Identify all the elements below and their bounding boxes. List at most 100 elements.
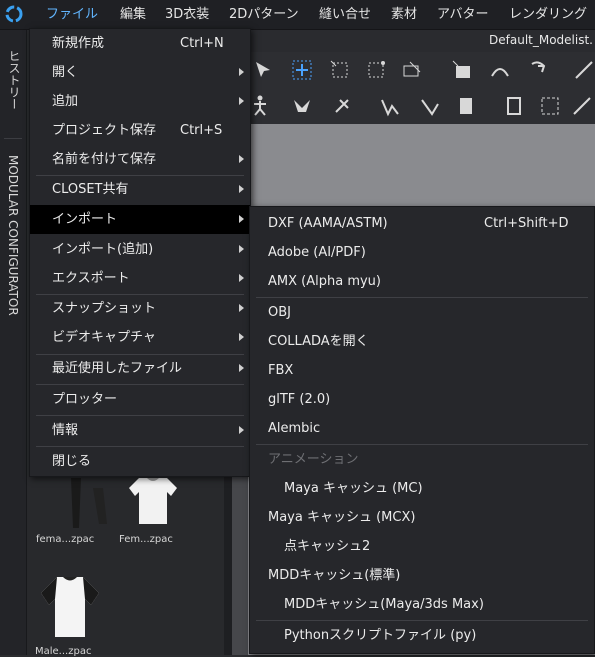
menu-item-new[interactable]: 新規作成 Ctrl+N: [30, 29, 250, 58]
menu-sewing[interactable]: 縫い合せ: [319, 0, 371, 29]
menu-3d-garment[interactable]: 3D衣装: [165, 0, 209, 29]
tab-history[interactable]: ヒストリー: [6, 50, 23, 110]
tack-icon[interactable]: [330, 94, 354, 118]
menu-edit[interactable]: 編集: [120, 0, 146, 29]
submenu-arrow-icon: [239, 215, 244, 223]
menu-item-export[interactable]: エクスポート: [30, 264, 250, 293]
menu-item-label: インポート: [52, 212, 118, 227]
free-sewing-icon[interactable]: [418, 94, 442, 118]
menu-item-label: DXF (AAMA/ASTM): [268, 216, 388, 231]
menu-item-save-as[interactable]: 名前を付けて保存: [30, 145, 250, 174]
menu-item-label: 閉じる: [52, 454, 92, 469]
submenu-arrow-icon: [239, 364, 244, 372]
menu-item-recent-files[interactable]: 最近使用したファイル: [30, 354, 250, 383]
menu-item-point-cache2[interactable]: 点キャッシュ2: [250, 532, 594, 561]
menu-item-info[interactable]: 情報: [30, 416, 250, 445]
menu-item-amx[interactable]: AMX (Alpha myu): [250, 267, 594, 296]
shortcut-label: Ctrl+N: [180, 36, 224, 51]
menu-item-label: AMX (Alpha myu): [268, 274, 381, 289]
menu-item-label: スナップショット: [52, 301, 157, 316]
edit-curve-icon[interactable]: [400, 58, 424, 82]
shortcut-label: Ctrl+Shift+D: [484, 216, 569, 231]
menu-item-add[interactable]: 追加: [30, 87, 250, 116]
menu-item-plotter[interactable]: プロッター: [30, 385, 250, 414]
menu-material[interactable]: 素材: [391, 0, 417, 29]
menu-item-label: ビデオキャプチャ: [52, 330, 156, 345]
import-submenu: DXF (AAMA/ASTM) Ctrl+Shift+D Adobe (AI/PD…: [249, 206, 595, 654]
segment-icon[interactable]: [488, 58, 512, 82]
menu-item-python-script[interactable]: Pythonスクリプトファイル (py): [250, 621, 594, 650]
fold-icon[interactable]: [572, 58, 595, 82]
arrange-icon[interactable]: [526, 58, 550, 82]
sewing-icon[interactable]: [378, 94, 402, 118]
transform-icon[interactable]: [328, 58, 352, 82]
file-menu: 新規作成 Ctrl+N 開く 追加 プロジェクト保存 Ctrl+S 名前を付けて保存…: [29, 28, 251, 477]
menu-item-closet-share[interactable]: CLOSET共有: [30, 175, 250, 204]
menu-item-mdd-maya[interactable]: MDDキャッシュ(Maya/3ds Max): [250, 590, 594, 619]
library-item-label[interactable]: Fem...zpac: [119, 534, 173, 545]
menu-item-mdd-standard[interactable]: MDDキャッシュ(標準): [250, 561, 594, 590]
menu-item-label: 新規作成: [52, 36, 105, 51]
submenu-arrow-icon: [239, 185, 244, 193]
library-item-label[interactable]: Male...zpac: [35, 646, 91, 657]
menu-item-adobe[interactable]: Adobe (AI/PDF): [250, 238, 594, 267]
menu-item-label: Alembic: [268, 421, 321, 436]
menu-item-maya-cache-mcx[interactable]: Maya キャッシュ (MCX): [250, 503, 594, 532]
menu-item-label: Pythonスクリプトファイル (py): [284, 628, 477, 643]
menu-item-label: OBJ: [268, 305, 291, 320]
menu-item-import[interactable]: インポート: [30, 205, 250, 234]
menu-item-label: glTF (2.0): [268, 392, 331, 407]
menu-render[interactable]: レンダリング: [509, 0, 587, 29]
garment-icon[interactable]: [502, 94, 526, 118]
menu-item-import-add[interactable]: インポート(追加): [30, 235, 250, 264]
library-item-label[interactable]: fema...zpac: [36, 534, 94, 545]
submenu-arrow-icon: [239, 426, 244, 434]
menu-item-snapshot[interactable]: スナップショット: [30, 294, 250, 323]
texture-icon[interactable]: [570, 94, 594, 118]
menu-item-obj[interactable]: OBJ: [250, 298, 594, 327]
menu-item-label: 開く: [52, 65, 79, 80]
submenu-arrow-icon: [239, 97, 244, 105]
menu-item-label: MDDキャッシュ(Maya/3ds Max): [284, 597, 484, 612]
menu-item-label: FBX: [268, 363, 294, 378]
shortcut-label: Ctrl+S: [180, 123, 223, 138]
menu-item-open[interactable]: 開く: [30, 58, 250, 87]
menu-item-label: MDDキャッシュ(標準): [268, 568, 401, 583]
sewing-pair-icon[interactable]: [454, 94, 478, 118]
menu-avatar[interactable]: アバター: [437, 0, 488, 29]
menu-item-save-project[interactable]: プロジェクト保存 Ctrl+S: [30, 116, 250, 145]
edit-point-icon[interactable]: [364, 58, 388, 82]
avatar-pose-icon[interactable]: [248, 94, 272, 118]
library-thumbnail[interactable]: [57, 478, 117, 530]
menu-item-label: 情報: [52, 423, 79, 438]
menu-item-alembic[interactable]: Alembic: [250, 414, 594, 443]
menu-item-maya-cache-mc[interactable]: Maya キャッシュ (MC): [250, 474, 594, 503]
menu-file[interactable]: ファイル: [46, 0, 98, 29]
submenu-arrow-icon: [239, 333, 244, 341]
divider: [4, 138, 22, 139]
side-tab-bar: ヒストリー MODULAR CONFIGURATOR: [0, 30, 27, 655]
menu-item-label: エクスポート: [52, 271, 130, 286]
menu-item-dxf[interactable]: DXF (AAMA/ASTM) Ctrl+Shift+D: [250, 209, 594, 238]
tab-modular-configurator[interactable]: MODULAR CONFIGURATOR: [6, 155, 20, 316]
menu-item-close[interactable]: 閉じる: [30, 447, 250, 476]
fabric-icon[interactable]: [538, 94, 562, 118]
toolbar-tool-icon[interactable]: [252, 58, 276, 82]
library-thumbnail[interactable]: [35, 575, 105, 641]
menu-item-gltf[interactable]: glTF (2.0): [250, 385, 594, 414]
app-logo-icon[interactable]: [4, 4, 24, 24]
toolbar-row-2: [232, 88, 595, 124]
menu-item-fbx[interactable]: FBX: [250, 356, 594, 385]
menu-item-video-capture[interactable]: ビデオキャプチャ: [30, 323, 250, 352]
menu-item-label: プロジェクト保存: [52, 123, 157, 138]
menu-section-animation: アニメーション: [250, 445, 594, 474]
add-point-icon[interactable]: [450, 58, 474, 82]
menu-2d-pattern[interactable]: 2Dパターン: [229, 0, 299, 29]
menu-item-label: 点キャッシュ2: [284, 539, 371, 554]
toolbar-row-1: [232, 52, 595, 88]
menu-item-collada[interactable]: COLLADAを開く: [250, 327, 594, 356]
pin-icon[interactable]: [290, 94, 314, 118]
select-icon[interactable]: [290, 58, 314, 82]
library-thumbnail[interactable]: [125, 478, 181, 526]
submenu-arrow-icon: [239, 304, 244, 312]
